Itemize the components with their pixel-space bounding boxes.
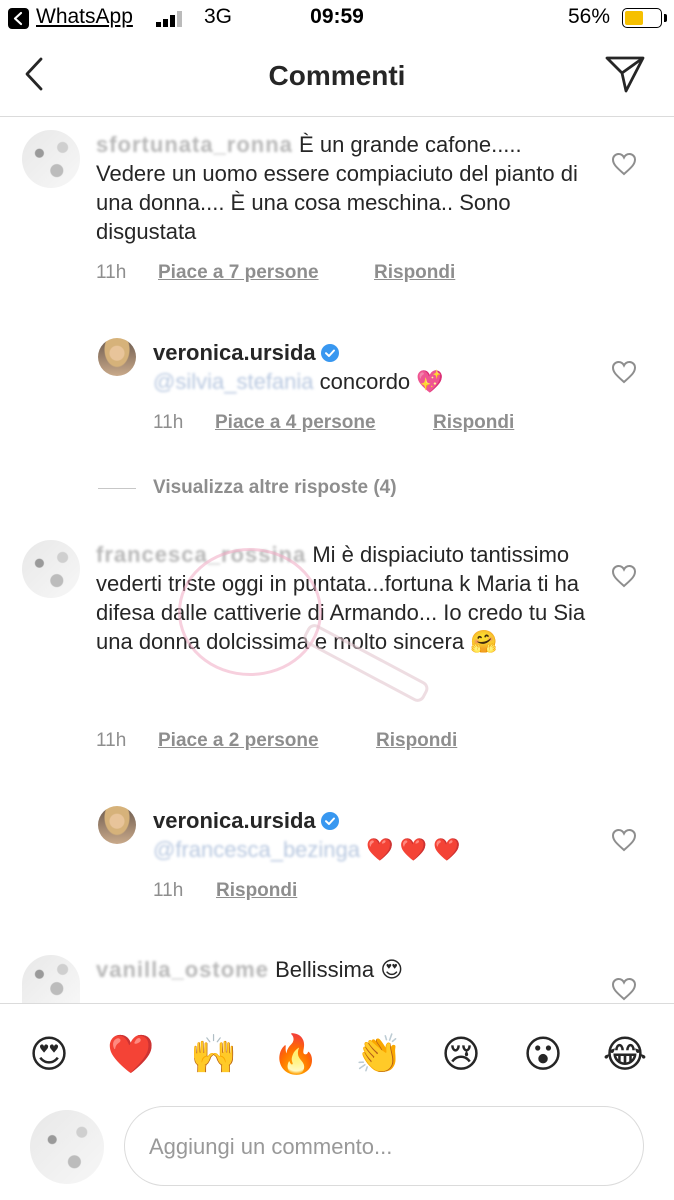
- top-bar: Commenti: [0, 38, 674, 117]
- status-bar: WhatsApp 3G 09:59 56%: [0, 0, 674, 38]
- comment-body: vanilla_ostome Bellissima 😍: [96, 955, 586, 984]
- comment-username[interactable]: sfortunata_ronna: [96, 132, 293, 157]
- mention-link[interactable]: @silvia_stefania: [153, 369, 314, 394]
- reply-button[interactable]: Rispondi: [376, 730, 457, 751]
- reply-text: ❤️ ❤️ ❤️: [366, 837, 461, 862]
- comment-likes: Piace a 7 persone: [158, 262, 319, 284]
- reply-button-wrap: Rispondi: [433, 412, 514, 434]
- reply-button[interactable]: Rispondi: [374, 262, 455, 283]
- comment-text: Bellissima 😍: [275, 957, 404, 982]
- emoji-raised-hands-button[interactable]: 🙌: [190, 1030, 238, 1078]
- emoji-heart-button[interactable]: ❤️: [107, 1030, 155, 1078]
- paper-plane-icon[interactable]: [604, 54, 646, 99]
- reply-username[interactable]: veronica.ursida: [153, 808, 316, 833]
- heart-icon[interactable]: [611, 564, 637, 588]
- comment-likes: Piace a 4 persone: [215, 412, 376, 434]
- heart-icon[interactable]: [611, 360, 637, 384]
- heart-icon[interactable]: [611, 152, 637, 176]
- comment-body: sfortunata_ronna È un grande cafone.....…: [96, 130, 586, 246]
- comment-username[interactable]: vanilla_ostome: [96, 957, 269, 982]
- reply-username-row: veronica.ursida: [153, 338, 340, 370]
- emoji-heart-eyes-button[interactable]: 😍: [25, 1030, 73, 1078]
- verified-badge-icon: [320, 341, 340, 370]
- page-title: Commenti: [268, 60, 406, 91]
- reply-button[interactable]: Rispondi: [433, 412, 514, 433]
- view-more-replies-button[interactable]: Visualizza altre risposte (4): [153, 477, 397, 499]
- watermark-logo: [178, 548, 322, 676]
- comment-input[interactable]: [147, 1127, 621, 1167]
- battery-icon: [622, 8, 662, 28]
- divider: [98, 488, 136, 489]
- emoji-crying-button[interactable]: 😢: [437, 1030, 485, 1078]
- battery-cap: [664, 14, 667, 22]
- reply-button[interactable]: Rispondi: [216, 880, 297, 901]
- likes-link[interactable]: Piace a 7 persone: [158, 262, 319, 283]
- reply-body: @silvia_stefania concordo 💖: [153, 367, 444, 396]
- verified-badge-icon: [320, 809, 340, 838]
- battery-level: [625, 11, 643, 25]
- reply-username-row: veronica.ursida: [153, 806, 340, 838]
- comment-time: 11h: [153, 880, 184, 901]
- comment-likes: Piace a 2 persone: [158, 730, 319, 752]
- avatar[interactable]: [22, 955, 80, 1003]
- comment-time: 11h: [96, 262, 127, 283]
- avatar[interactable]: [22, 130, 80, 188]
- reply-text: concordo 💖: [319, 369, 444, 394]
- my-avatar[interactable]: [30, 1110, 104, 1184]
- avatar[interactable]: [22, 540, 80, 598]
- comment-time: 11h: [96, 730, 127, 751]
- emoji-laughing-button[interactable]: 😂: [601, 1030, 649, 1078]
- reply-username[interactable]: veronica.ursida: [153, 340, 316, 365]
- emoji-fire-button[interactable]: 🔥: [272, 1030, 320, 1078]
- reply-button-wrap: Rispondi: [374, 262, 455, 284]
- comment-composer: [124, 1106, 644, 1186]
- comment-time: 11h: [153, 412, 184, 433]
- heart-icon[interactable]: [611, 828, 637, 852]
- mention-link[interactable]: @francesca_bezinga: [153, 837, 360, 862]
- emoji-surprised-button[interactable]: 😮: [519, 1030, 567, 1078]
- battery-percent: 56%: [567, 5, 610, 28]
- emoji-quick-bar: 😍 ❤️ 🙌 🔥 👏 😢 😮 😂: [0, 1003, 674, 1098]
- reply-button-wrap: Rispondi: [216, 880, 297, 902]
- avatar[interactable]: [98, 806, 136, 844]
- reply-body: @francesca_bezinga ❤️ ❤️ ❤️: [153, 835, 461, 864]
- reply-button-wrap: Rispondi: [376, 730, 457, 752]
- avatar[interactable]: [98, 338, 136, 376]
- likes-link[interactable]: Piace a 2 persone: [158, 730, 319, 751]
- likes-link[interactable]: Piace a 4 persone: [215, 412, 376, 433]
- heart-icon[interactable]: [611, 977, 637, 1001]
- emoji-clap-button[interactable]: 👏: [355, 1030, 403, 1078]
